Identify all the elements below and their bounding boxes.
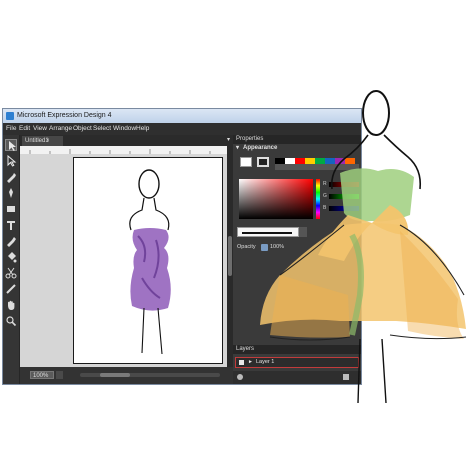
direct-selection-tool-icon[interactable] [5,155,17,167]
add-layer-icon[interactable] [343,374,349,380]
layer-name: Layer 1 [256,359,275,365]
toolbox [3,135,20,384]
stroke-style-preview[interactable] [237,227,299,237]
menu-help[interactable]: Help [136,123,149,135]
pen-tool-icon[interactable] [5,171,17,183]
paint-bucket-tool-icon[interactable] [5,251,17,263]
properties-panel-header[interactable]: Properties [233,135,361,144]
menu-object[interactable]: Object [73,123,92,135]
fill-swatch[interactable] [240,157,252,167]
stroke-line-sample [242,232,292,234]
hand-tool-icon[interactable] [5,299,17,311]
red-channel-row: R [323,181,359,188]
gradient-tool-icon[interactable] [5,283,17,295]
layer-visibility-icon[interactable] [239,360,244,365]
appearance-section-header[interactable]: ▾ Appearance [233,144,361,153]
document-tab-bar: Untitled1 × ▾ [20,135,233,146]
layers-label: Layers [236,346,255,352]
layer-options-icon[interactable] [237,374,243,380]
green-channel-slider[interactable] [329,194,359,199]
status-bar: 100% [20,367,233,384]
canvas-area[interactable] [20,154,227,367]
red-channel-label: R [323,181,327,187]
red-channel-slider[interactable] [329,182,359,187]
title-bar: Microsoft Expression Design 4 [3,109,361,123]
selection-tool-icon[interactable] [5,139,17,151]
opacity-row: Opacity 100% [237,243,357,252]
scissors-tool-icon[interactable] [5,267,17,279]
text-tool-icon[interactable] [5,219,17,231]
brush-tool-icon[interactable] [5,187,17,199]
menu-select[interactable]: Select [93,123,111,135]
blue-channel-slider[interactable] [329,206,359,211]
purple-dress-sketch [129,169,171,355]
stroke-style-dropdown-icon[interactable] [299,227,307,237]
opacity-icon [261,244,268,251]
window-title: Microsoft Expression Design 4 [17,112,112,119]
artboard[interactable] [73,157,223,364]
swatch-strip-graphic[interactable] [275,158,359,170]
tab-close-icon[interactable]: × [46,136,50,146]
rectangle-tool-icon[interactable] [5,203,17,215]
color-picker-field[interactable] [239,179,313,219]
menu-arrange[interactable]: Arrange [49,123,72,135]
zoom-field[interactable]: 100% [30,371,54,379]
menu-edit[interactable]: Edit [19,123,30,135]
stroke-swatch[interactable] [257,157,269,167]
expand-triangle-icon: ▾ [236,145,240,151]
menu-view[interactable]: View [33,123,47,135]
green-channel-label: G [323,193,327,199]
appearance-label: Appearance [243,145,278,151]
zoom-dropdown-icon[interactable] [56,371,63,379]
menu-window[interactable]: Window [113,123,136,135]
eyedropper-tool-icon[interactable] [5,235,17,247]
document-tab[interactable]: Untitled1 × [22,136,63,146]
opacity-label: Opacity [237,244,256,250]
layers-panel-header[interactable]: Layers [233,345,361,354]
hue-slider[interactable] [316,179,320,219]
side-panels: Properties ▾ Appearance R G B Opacity 10… [233,135,361,384]
opacity-value[interactable]: 100% [270,243,284,252]
app-icon [6,112,14,120]
layers-footer [233,371,361,384]
menu-file[interactable]: File [6,123,16,135]
layer-row[interactable]: ► Layer 1 [235,357,359,368]
layer-expand-icon[interactable]: ► [248,358,253,367]
swatch-strip [275,157,359,170]
green-channel-row: G [323,193,359,200]
app-window: Microsoft Expression Design 4 File Edit … [2,108,362,385]
menu-bar: File Edit View Arrange Object Select Win… [3,123,361,135]
panel-menu-icon[interactable]: ▾ [227,135,230,146]
blue-channel-label: B [323,205,327,211]
vertical-scroll-thumb[interactable] [228,236,232,276]
zoom-tool-icon[interactable] [5,315,17,327]
properties-label: Properties [236,136,264,142]
blue-channel-row: B [323,205,359,212]
horizontal-scroll-thumb[interactable] [100,373,130,377]
